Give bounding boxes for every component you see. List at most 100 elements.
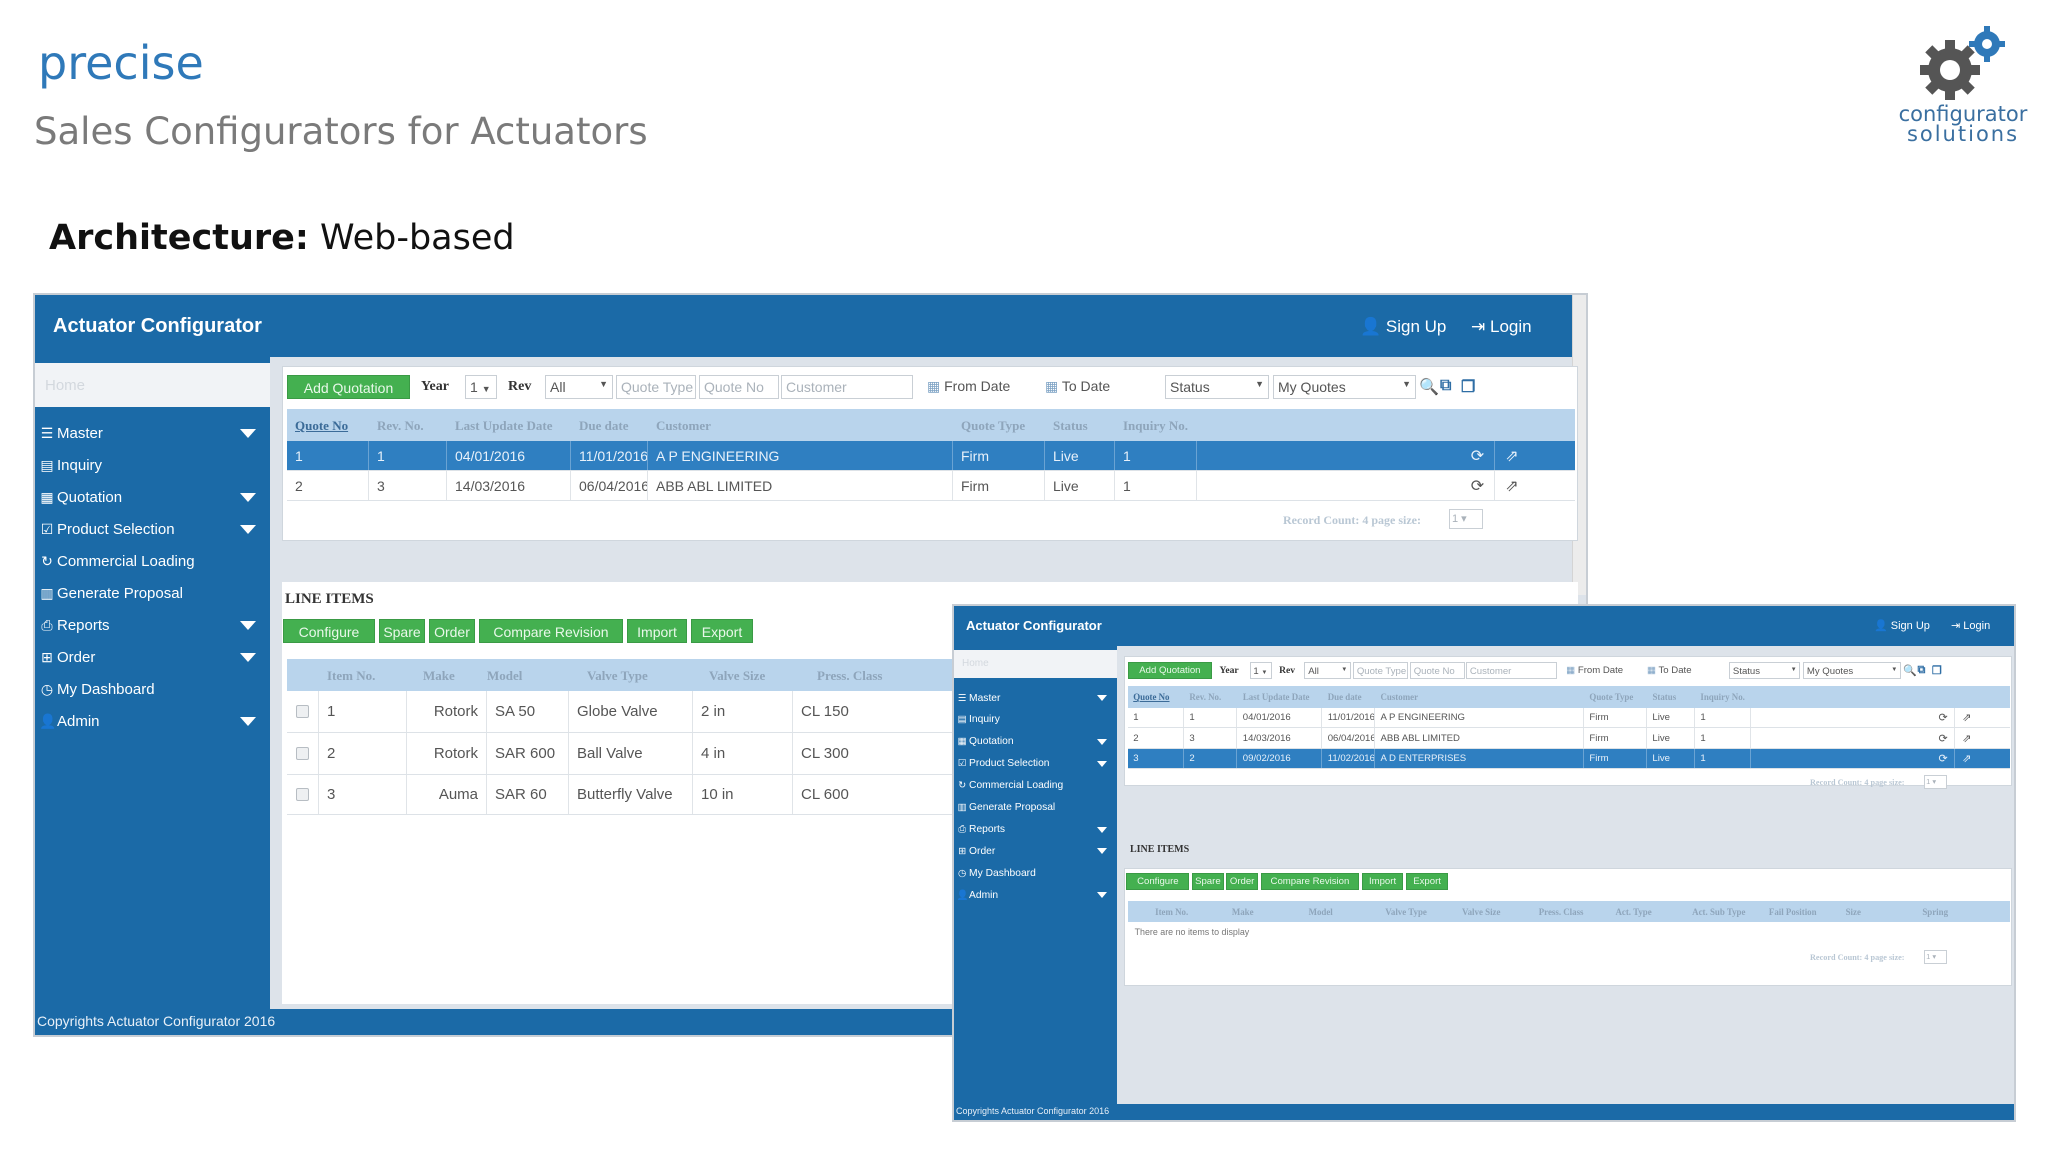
table-row[interactable]: 1 1 04/01/2016 11/01/2016 A P ENGINEERING Fir… <box>1127 707 2010 729</box>
table-row[interactable]: 2 3 14/03/2016 06/04/2016 ABB ABL LIMITED Fir… <box>287 471 1575 501</box>
sidebar-item-master[interactable]: ☰ Master <box>35 419 270 447</box>
import-button[interactable]: Import <box>627 619 687 643</box>
sidebar-item-admin[interactable]: 👤 Admin <box>954 886 1117 905</box>
copy-icon[interactable]: ⧉ <box>1918 664 1926 677</box>
row-checkbox[interactable] <box>287 775 319 814</box>
to-date-input[interactable]: ▦ To Date <box>1644 662 1725 678</box>
from-date-input[interactable]: ▦ From Date <box>1563 662 1644 678</box>
search-icon[interactable]: 🔍 <box>1419 377 1439 397</box>
column-header[interactable]: Spring <box>1922 907 1948 917</box>
sidebar-item-generate-proposal[interactable]: ▥ Generate Proposal <box>35 579 270 607</box>
column-header[interactable]: Model <box>1309 907 1333 917</box>
sidebar-item-reports[interactable]: ⎙ Reports <box>954 820 1117 839</box>
open-icon[interactable]: ⇗ <box>1495 441 1529 470</box>
column-header[interactable]: Last Update Date <box>455 418 553 434</box>
column-header[interactable]: Make <box>423 668 455 684</box>
order-button[interactable]: Order <box>429 619 475 643</box>
page-size-select[interactable]: 1 ▾ <box>1449 509 1483 529</box>
year-select[interactable]: 1 ▼ <box>1249 662 1272 679</box>
page-size-select[interactable]: 1 ▾ <box>1923 774 1947 789</box>
column-header[interactable]: Valve Size <box>709 668 765 684</box>
sidebar-home[interactable]: Home <box>954 650 1117 678</box>
edit-icon[interactable]: ⟳ <box>1461 471 1495 500</box>
sidebar-item-my-dashboard[interactable]: ◷ My Dashboard <box>35 675 270 703</box>
sidebar-item-inquiry[interactable]: ▤ Inquiry <box>35 451 270 479</box>
year-select[interactable]: 1 ▼ <box>465 375 497 399</box>
signup-link[interactable]: 👤 Sign Up <box>1874 619 1930 632</box>
status-select[interactable]: Status ▼ <box>1165 375 1269 399</box>
table-row[interactable]: 2 3 14/03/2016 06/04/2016 ABB ABL LIMITED Fir… <box>1127 728 2010 749</box>
column-header[interactable]: Valve Type <box>1385 907 1427 917</box>
sidebar-item-order[interactable]: ⊞ Order <box>35 643 270 671</box>
export-button[interactable]: Export <box>1405 873 1449 890</box>
row-checkbox[interactable] <box>287 733 319 774</box>
sidebar-item-commercial-loading[interactable]: ↻ Commercial Loading <box>35 547 270 575</box>
column-header[interactable]: Valve Size <box>1462 907 1500 917</box>
edit-icon[interactable]: ⟳ <box>1932 707 1956 728</box>
column-header[interactable]: Press. Class <box>1539 907 1584 917</box>
edit-icon[interactable]: ⟳ <box>1932 748 1956 769</box>
column-header[interactable]: Status <box>1652 692 1676 702</box>
column-header[interactable]: Last Update Date <box>1243 692 1310 702</box>
order-button[interactable]: Order <box>1226 873 1258 890</box>
open-icon[interactable]: ⇗ <box>1955 728 1978 748</box>
compare-revision-button[interactable]: Compare Revision <box>1260 873 1360 890</box>
page-size-select[interactable]: 1 ▾ <box>1923 949 1947 964</box>
column-header[interactable]: Rev. No. <box>377 418 424 434</box>
column-header[interactable]: Item No. <box>1155 907 1188 917</box>
column-header[interactable]: Act. Sub Type <box>1692 907 1745 917</box>
open-icon[interactable]: ⇗ <box>1955 708 1978 728</box>
column-header[interactable]: Press. Class <box>817 668 882 684</box>
add-quotation-button[interactable]: Add Quotation <box>287 375 410 399</box>
sidebar-item-order[interactable]: ⊞ Order <box>954 842 1117 861</box>
column-header[interactable]: Fail Position <box>1769 907 1817 917</box>
column-header[interactable]: Size <box>1846 907 1861 917</box>
search-icon[interactable]: 🔍 <box>1903 664 1917 677</box>
spare-button[interactable]: Spare <box>379 619 425 643</box>
column-header[interactable]: Quote Type <box>961 418 1025 434</box>
sidebar-item-commercial-loading[interactable]: ↻ Commercial Loading <box>954 776 1117 795</box>
quote-type-input[interactable]: Quote Type <box>616 375 696 399</box>
spare-button[interactable]: Spare <box>1192 873 1224 890</box>
configure-button[interactable]: Configure <box>283 619 375 643</box>
edit-icon[interactable]: ⟳ <box>1461 441 1495 470</box>
signup-link[interactable]: 👤 Sign Up <box>1360 317 1446 337</box>
login-link[interactable]: ⇥ Login <box>1471 317 1532 337</box>
configure-button[interactable]: Configure <box>1126 873 1190 890</box>
column-header[interactable]: Quote No <box>295 418 348 434</box>
column-header[interactable]: Inquiry No. <box>1700 692 1744 702</box>
column-header[interactable]: Model <box>487 668 522 684</box>
column-header[interactable]: Status <box>1053 418 1088 434</box>
sidebar-item-my-dashboard[interactable]: ◷ My Dashboard <box>954 864 1117 883</box>
import-button[interactable]: Import <box>1362 873 1404 890</box>
column-header[interactable]: Valve Type <box>587 668 648 684</box>
window-icon[interactable]: ❐ <box>1932 664 1942 677</box>
edit-icon[interactable]: ⟳ <box>1932 728 1956 748</box>
compare-revision-button[interactable]: Compare Revision <box>479 619 623 643</box>
sidebar-item-generate-proposal[interactable]: ▥ Generate Proposal <box>954 798 1117 817</box>
row-checkbox[interactable] <box>287 691 319 732</box>
sidebar-item-quotation[interactable]: ▦ Quotation <box>35 483 270 511</box>
column-header[interactable]: Customer <box>656 418 711 434</box>
column-header[interactable]: Customer <box>1380 692 1418 702</box>
rev-select[interactable]: All ▼ <box>545 375 613 399</box>
my-quotes-select[interactable]: My Quotes ▼ <box>1273 375 1416 399</box>
column-header[interactable]: Rev. No. <box>1189 692 1221 702</box>
quote-no-input[interactable]: Quote No <box>699 375 779 399</box>
rev-select[interactable]: All ▼ <box>1304 662 1352 679</box>
sidebar-item-reports[interactable]: ⎙ Reports <box>35 611 270 639</box>
customer-input[interactable]: Customer <box>1466 662 1557 679</box>
sidebar-item-product-selection[interactable]: ☑ Product Selection <box>35 515 270 543</box>
sidebar-item-master[interactable]: ☰ Master <box>954 688 1117 707</box>
column-header[interactable]: Quote Type <box>1589 692 1633 702</box>
copy-icon[interactable]: ⧉ <box>1440 377 1451 395</box>
sidebar-item-quotation[interactable]: ▦ Quotation <box>954 732 1117 751</box>
table-row[interactable]: 3 2 09/02/2016 11/02/2016 A D ENTERPRISES Fir… <box>1127 748 2010 770</box>
from-date-input[interactable]: ▦ From Date <box>923 375 1041 399</box>
login-link[interactable]: ⇥ Login <box>1951 619 1990 632</box>
open-icon[interactable]: ⇗ <box>1495 471 1529 500</box>
column-header[interactable]: Quote No <box>1133 692 1169 702</box>
my-quotes-select[interactable]: My Quotes ▼ <box>1803 662 1902 679</box>
table-row[interactable]: 1 1 04/01/2016 11/01/2016 A P ENGINEERING Fir… <box>287 441 1575 471</box>
add-quotation-button[interactable]: Add Quotation <box>1127 662 1212 679</box>
